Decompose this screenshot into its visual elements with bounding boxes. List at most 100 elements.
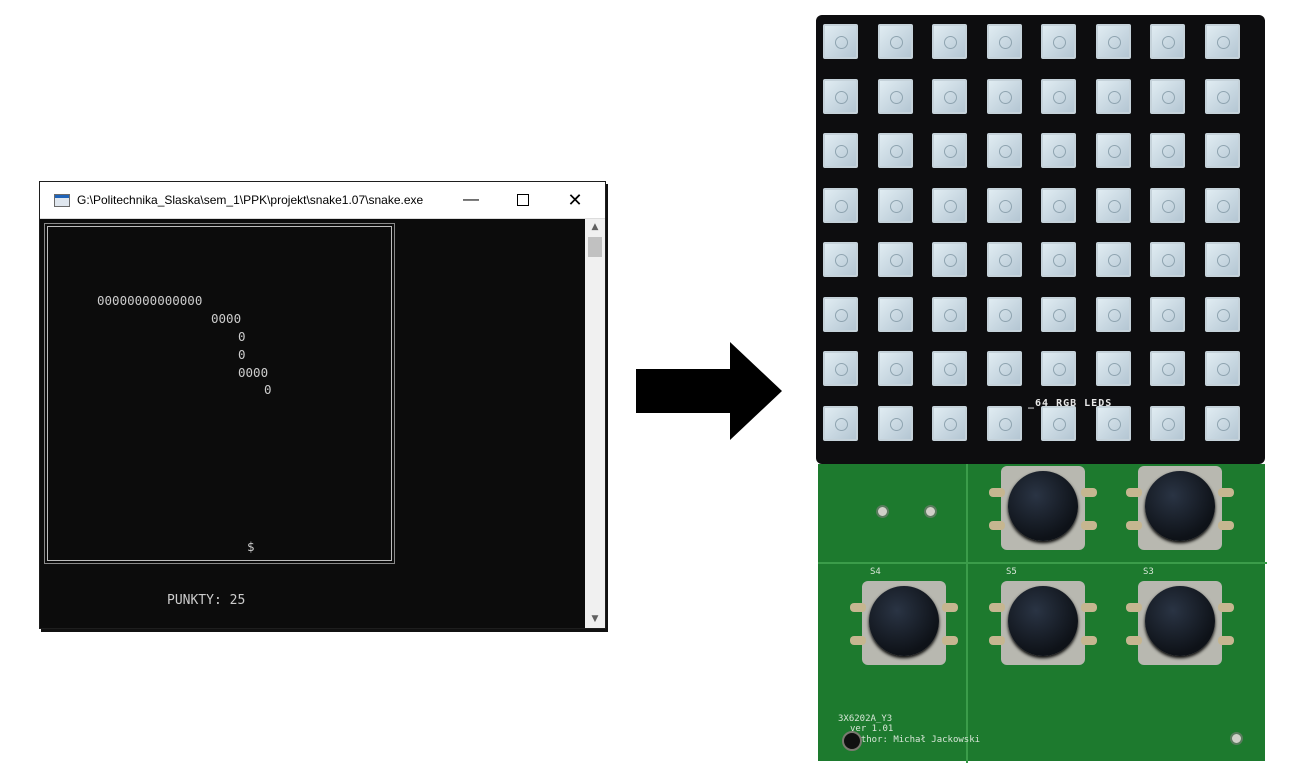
rgb-led — [1095, 242, 1131, 277]
maximize-button[interactable] — [500, 182, 546, 218]
button-pad — [1218, 603, 1234, 612]
rgb-led — [932, 351, 967, 386]
button-pad — [1126, 636, 1142, 645]
rgb-led — [1150, 296, 1185, 332]
rgb-led — [1041, 78, 1076, 114]
pcb-author: author: Michał Jackowski — [850, 735, 981, 745]
button-pad — [1126, 521, 1142, 530]
rgb-led — [823, 351, 858, 386]
mounting-pad — [1230, 732, 1243, 745]
rgb-led — [1204, 296, 1240, 332]
button-pad — [850, 636, 866, 645]
button-pad — [850, 603, 866, 612]
rgb-led — [932, 24, 967, 59]
led-matrix: _64 RGB LEDS — [816, 15, 1265, 464]
button-label-s4: S4 — [870, 567, 881, 577]
snake-segment: 00000000000000 — [97, 293, 203, 308]
pcb-trace — [818, 562, 1267, 564]
rgb-led — [1150, 242, 1185, 277]
push-button — [1126, 581, 1234, 665]
scrollbar-thumb[interactable] — [588, 237, 602, 257]
rgb-led — [1204, 78, 1240, 114]
rgb-led — [932, 242, 967, 277]
scroll-up-icon[interactable]: ▲ — [585, 219, 605, 236]
rgb-led — [1095, 351, 1131, 386]
rgb-led — [1041, 133, 1076, 168]
rgb-led — [1041, 24, 1076, 59]
rgb-led — [823, 187, 858, 223]
rgb-led — [1095, 296, 1131, 332]
rgb-led — [823, 242, 858, 277]
mounting-hole — [842, 731, 862, 751]
rgb-led — [986, 242, 1022, 277]
console-window: G:\Politechnika_Slaska\sem_1\PPK\projekt… — [39, 181, 606, 629]
button-pad — [1081, 603, 1097, 612]
rgb-led — [877, 78, 913, 114]
button-pad — [1218, 521, 1234, 530]
rgb-led — [1204, 242, 1240, 277]
button-pad — [1126, 488, 1142, 497]
button-cap — [1008, 471, 1078, 541]
rgb-led — [986, 24, 1022, 59]
push-button — [850, 581, 958, 665]
rgb-led — [1204, 133, 1240, 168]
button-label-s5: S5 — [1006, 567, 1017, 577]
rgb-led — [1095, 187, 1131, 223]
rgb-led — [823, 133, 858, 168]
led-board-photo: _64 RGB LEDS S4 S5 S3 3X6202A_Y3 ver 1.0… — [816, 15, 1267, 763]
score-display: PUNKTY: 25 — [167, 593, 246, 608]
button-cap — [1008, 586, 1078, 656]
rgb-led — [877, 242, 913, 277]
button-pad — [989, 636, 1005, 645]
rgb-led — [1150, 351, 1185, 386]
rgb-led — [932, 78, 967, 114]
push-button — [989, 581, 1097, 665]
pcb-trace — [966, 464, 968, 763]
snake-segment: 0000 — [238, 365, 269, 380]
rgb-led — [986, 78, 1022, 114]
button-pad — [942, 603, 958, 612]
scroll-down-icon[interactable]: ▼ — [585, 611, 605, 628]
rgb-led — [1041, 187, 1076, 223]
rgb-led — [877, 133, 913, 168]
rgb-led — [932, 296, 967, 332]
rgb-led — [1095, 78, 1131, 114]
snake-segment: 0000 — [211, 311, 242, 326]
close-button[interactable]: ✕ — [552, 182, 598, 218]
button-pcb: S4 S5 S3 3X6202A_Y3 ver 1.01 author: Mic… — [818, 464, 1267, 763]
button-pad — [989, 603, 1005, 612]
button-pad — [1081, 636, 1097, 645]
title-bar[interactable]: G:\Politechnika_Slaska\sem_1\PPK\projekt… — [40, 182, 605, 219]
rgb-led — [986, 133, 1022, 168]
vertical-scrollbar[interactable]: ▲ ▼ — [585, 219, 605, 628]
rgb-led — [823, 78, 858, 114]
game-board: 00000000000000 0000 0 0 0000 0 $ — [44, 223, 395, 564]
console-app-icon — [54, 194, 70, 207]
rgb-led — [1204, 187, 1240, 223]
rgb-led — [823, 405, 858, 441]
rgb-led — [823, 296, 858, 332]
snake-segment: 0 — [238, 347, 246, 362]
button-pad — [942, 636, 958, 645]
rgb-led — [986, 351, 1022, 386]
button-pad — [1218, 636, 1234, 645]
rgb-led — [986, 405, 1022, 441]
rgb-led — [932, 405, 967, 441]
rgb-led — [1041, 351, 1076, 386]
console-area: 00000000000000 0000 0 0 0000 0 $ PUNKTY:… — [40, 219, 585, 628]
right-arrow-icon — [636, 342, 782, 440]
rgb-led — [932, 133, 967, 168]
rgb-led — [1204, 24, 1240, 59]
pcb-code: 3X6202A_Y3 — [838, 714, 893, 724]
push-button — [989, 466, 1097, 550]
rgb-led — [1204, 405, 1240, 441]
food-item: $ — [247, 539, 255, 554]
button-pad — [1126, 603, 1142, 612]
maximize-icon — [517, 193, 529, 206]
minimize-button[interactable]: — — [448, 182, 494, 218]
rgb-led — [1095, 24, 1131, 59]
button-cap — [869, 586, 939, 656]
snake-segment: 0 — [264, 382, 272, 397]
rgb-led — [932, 187, 967, 223]
button-pad — [989, 488, 1005, 497]
